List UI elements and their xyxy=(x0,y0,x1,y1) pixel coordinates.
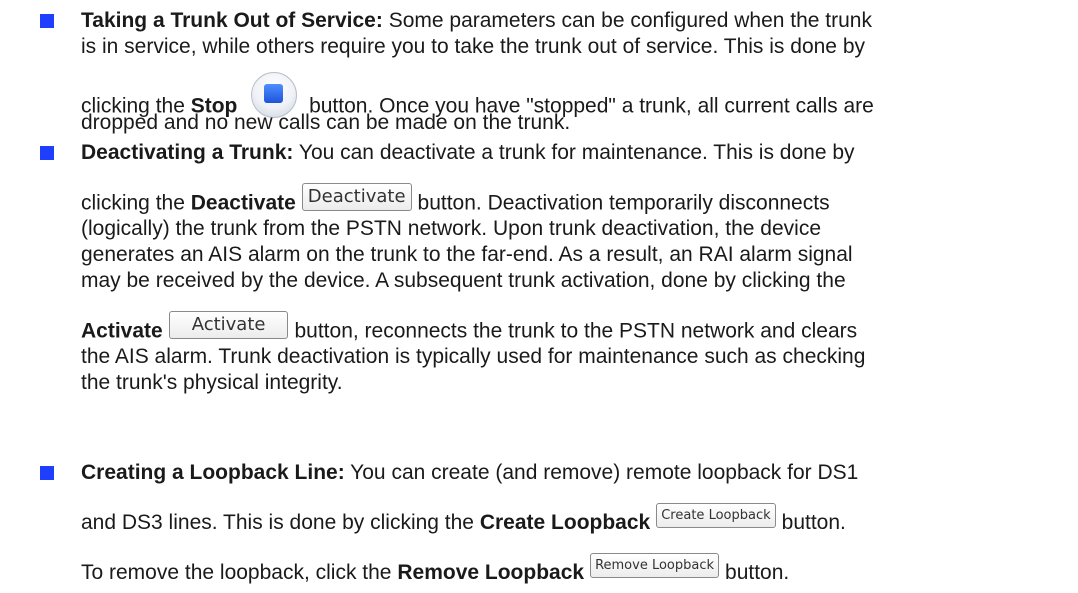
section-title: Creating a Loopback Line: xyxy=(81,461,345,484)
deactivate-button: Deactivate xyxy=(301,183,412,211)
text-span: may be received by the device. A subsequ… xyxy=(81,269,846,292)
paragraph-line: the AIS alarm. Trunk deactivation is typ… xyxy=(81,344,865,370)
section-title: Deactivating a Trunk: xyxy=(81,141,294,164)
paragraph-line: To remove the loopback, click the Remove… xyxy=(81,552,790,586)
paragraph-line: and DS3 lines. This is done by clicking … xyxy=(81,502,846,536)
activate-button: Activate xyxy=(168,311,289,339)
text-span: button. xyxy=(725,561,790,584)
paragraph-line: Activate Activate button, reconnects the t… xyxy=(81,311,858,346)
create-loopback-button: Create Loopback xyxy=(656,502,776,529)
text-span: is in service, while others require you … xyxy=(81,35,865,58)
bullet-icon xyxy=(40,146,54,160)
remove-loopback-button: Remove Loopback xyxy=(590,552,720,579)
text-span: (logically) the trunk from the PSTN netw… xyxy=(81,217,822,240)
bullet-icon xyxy=(40,466,54,480)
paragraph-line: Deactivating a Trunk: You can deactivate… xyxy=(81,140,855,166)
paragraph-line: Taking a Trunk Out of Service: Some para… xyxy=(81,8,872,34)
text-span: To remove the loopback, click the xyxy=(81,561,392,584)
bold-label: Create Loopback xyxy=(479,511,651,534)
bullet-icon xyxy=(40,14,54,28)
bold-label: Activate xyxy=(81,319,163,343)
bold-label: Remove Loopback xyxy=(397,561,585,584)
text-span: dropped and no new calls can be made on … xyxy=(81,111,571,134)
text-span: the AIS alarm. Trunk deactivation is typ… xyxy=(81,345,866,368)
text-span: Some parameters can be configured when t… xyxy=(388,9,872,32)
text-span: button. Deactivation temporarily disconn… xyxy=(417,191,830,215)
paragraph-line: the trunk's physical integrity. xyxy=(81,370,343,396)
text-span: and DS3 lines. This is done by clicking … xyxy=(81,511,474,534)
paragraph-line: Creating a Loopback Line: You can create… xyxy=(81,460,858,486)
text-span: button. xyxy=(781,511,846,534)
paragraph-line: dropped and no new calls can be made on … xyxy=(81,110,570,136)
paragraph-line: clicking the Deactivate Deactivate button.… xyxy=(81,183,830,218)
text-span: the trunk's physical integrity. xyxy=(81,371,343,394)
text-span: You can create (and remove) remote loopb… xyxy=(350,461,859,484)
bold-label: Deactivate xyxy=(190,191,296,215)
paragraph-line: (logically) the trunk from the PSTN netw… xyxy=(81,216,821,242)
text-span: generates an AIS alarm on the trunk to t… xyxy=(81,243,853,266)
text-span: button, reconnects the trunk to the PSTN… xyxy=(294,319,858,343)
text-span: You can deactivate a trunk for maintenan… xyxy=(298,141,855,164)
paragraph-line: is in service, while others require you … xyxy=(81,34,865,60)
paragraph-line: may be received by the device. A subsequ… xyxy=(81,268,846,294)
section-title: Taking a Trunk Out of Service: xyxy=(81,9,383,32)
paragraph-line: generates an AIS alarm on the trunk to t… xyxy=(81,242,853,268)
text-span: clicking the xyxy=(81,191,185,215)
